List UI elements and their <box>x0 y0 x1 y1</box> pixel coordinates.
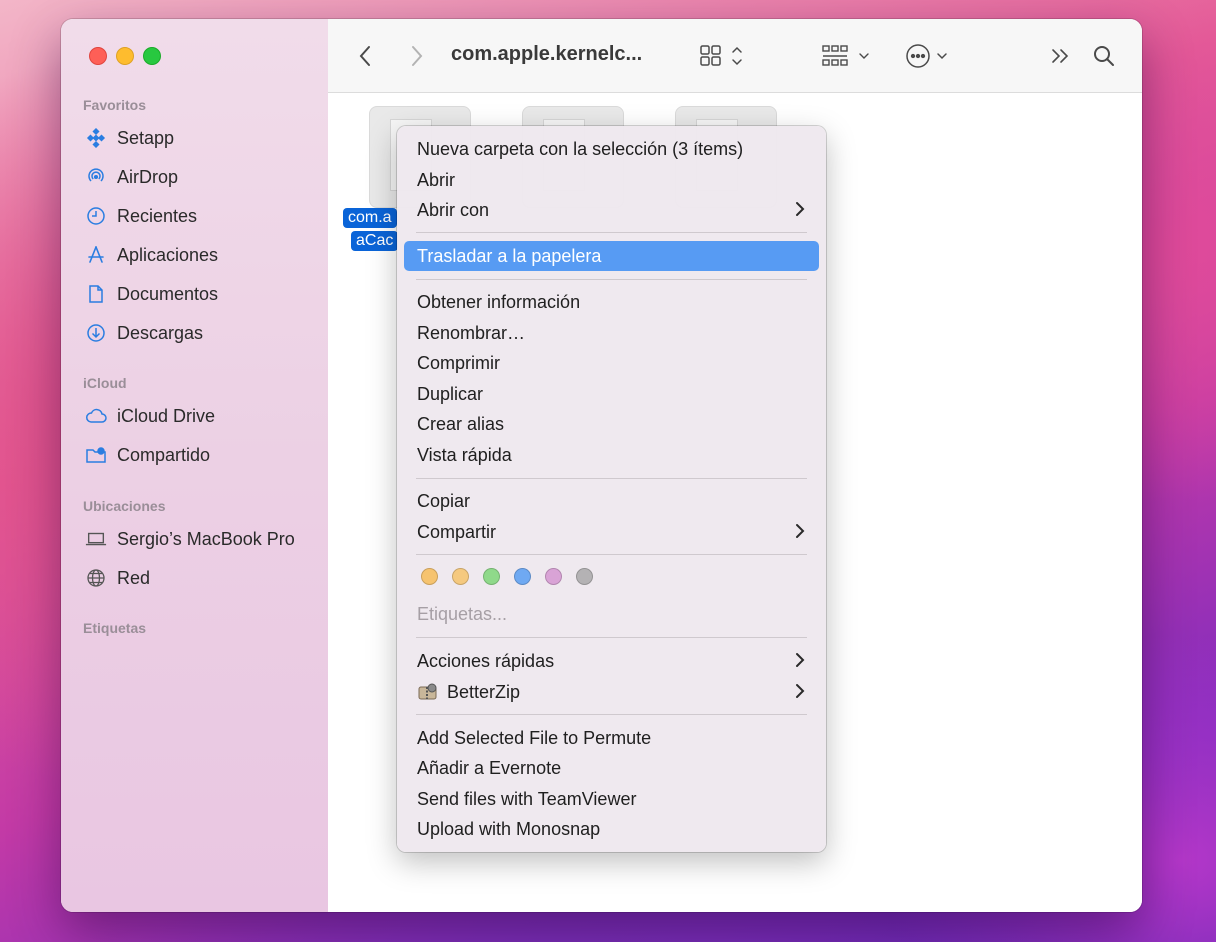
icon-grid-view-icon <box>700 44 742 66</box>
menu-item-open[interactable]: Abrir <box>404 165 819 195</box>
ellipsis-circle-icon <box>906 43 947 68</box>
chevron-right-icon <box>796 524 805 538</box>
sidebar-item-icloud-drive[interactable]: iCloud Drive <box>85 401 215 431</box>
menu-item-open-with[interactable]: Abrir con <box>404 195 819 225</box>
menu-item-quick-look[interactable]: Vista rápida <box>404 440 819 470</box>
group-icon <box>822 44 869 66</box>
view-mode-button[interactable] <box>700 19 750 92</box>
sidebar-section-icloud: iCloud <box>83 375 127 391</box>
chevron-right-icon <box>796 684 805 698</box>
tag-color-dot[interactable] <box>483 568 500 585</box>
tag-color-dot[interactable] <box>452 568 469 585</box>
tag-color-dot[interactable] <box>576 568 593 585</box>
zoom-window-button[interactable] <box>143 47 161 65</box>
menu-item-make-alias[interactable]: Crear alias <box>404 409 819 439</box>
sidebar-item-aplicaciones[interactable]: Aplicaciones <box>85 240 218 270</box>
sidebar-item-label: Recientes <box>117 205 198 226</box>
menu-item-teamviewer[interactable]: Send files with TeamViewer <box>404 784 819 814</box>
setapp-icon <box>85 127 107 149</box>
laptop-icon <box>85 528 107 550</box>
sidebar-item-label: Aplicaciones <box>117 244 219 265</box>
menu-item-share[interactable]: Compartir <box>404 517 819 547</box>
context-menu: Nueva carpeta con la selección (3 ítems)… <box>397 126 826 852</box>
sidebar-section-etiquetas: Etiquetas <box>83 620 147 636</box>
tag-color-dot[interactable] <box>545 568 562 585</box>
sidebar-item-label: iCloud Drive <box>117 405 216 426</box>
sidebar-item-documentos[interactable]: Documentos <box>85 279 218 309</box>
sidebar-item-label: AirDrop <box>117 166 179 187</box>
applications-icon <box>85 244 107 266</box>
menu-item-move-to-trash[interactable]: Trasladar a la papelera <box>404 241 819 271</box>
clock-icon <box>85 205 107 227</box>
sidebar-item-recientes[interactable]: Recientes <box>85 201 197 231</box>
menu-item-rename[interactable]: Renombrar… <box>404 318 819 348</box>
sidebar-item-airdrop[interactable]: AirDrop <box>85 162 178 192</box>
menu-item-label: Compartir <box>417 521 497 542</box>
menu-item-tags[interactable]: Etiquetas... <box>404 599 819 629</box>
chevron-left-icon <box>359 45 370 66</box>
sidebar: Favoritos Setapp AirDrop Recientes Aplic… <box>61 19 329 912</box>
search-button[interactable] <box>1092 19 1116 92</box>
menu-item-monosnap[interactable]: Upload with Monosnap <box>404 814 819 844</box>
sidebar-item-label: Sergio’s MacBook Pro <box>117 528 295 549</box>
menu-item-copy[interactable]: Copiar <box>404 486 819 516</box>
menu-separator <box>416 478 807 479</box>
sidebar-item-label: Descargas <box>117 322 204 343</box>
sidebar-section-favorites: Favoritos <box>83 97 147 113</box>
close-window-button[interactable] <box>89 47 107 65</box>
group-button[interactable] <box>822 19 874 92</box>
cloud-icon <box>85 405 107 427</box>
menu-item-get-info[interactable]: Obtener información <box>404 287 819 317</box>
double-chevron-right-icon <box>1052 48 1069 63</box>
minimize-window-button[interactable] <box>116 47 134 65</box>
menu-item-new-folder[interactable]: Nueva carpeta con la selección (3 ítems) <box>404 134 819 164</box>
search-icon <box>1094 45 1114 66</box>
menu-item-duplicate[interactable]: Duplicar <box>404 379 819 409</box>
document-icon <box>85 283 107 305</box>
sidebar-item-descargas[interactable]: Descargas <box>85 318 203 348</box>
sidebar-section-ubicaciones: Ubicaciones <box>83 498 166 514</box>
menu-item-label: Abrir con <box>417 199 490 220</box>
back-button[interactable] <box>358 19 372 92</box>
network-globe-icon <box>85 567 107 589</box>
sidebar-item-label: Red <box>117 567 151 588</box>
window-controls <box>89 47 161 65</box>
selected-file-name[interactable]: com.a <box>343 208 397 228</box>
menu-item-compress[interactable]: Comprimir <box>404 348 819 378</box>
menu-separator <box>416 232 807 233</box>
tag-color-dot[interactable] <box>514 568 531 585</box>
menu-separator <box>416 554 807 555</box>
betterzip-icon <box>418 683 437 700</box>
more-toolbar-button[interactable] <box>1050 19 1072 92</box>
toolbar: com.apple.kernelc... <box>328 19 1142 93</box>
menu-item-quick-actions[interactable]: Acciones rápidas <box>404 646 819 676</box>
chevron-right-icon <box>796 202 805 216</box>
action-menu-button[interactable] <box>905 19 955 92</box>
sidebar-item-label: Compartido <box>117 444 211 465</box>
shared-folder-icon <box>85 444 107 466</box>
sidebar-item-red[interactable]: Red <box>85 563 150 593</box>
menu-separator <box>416 279 807 280</box>
airdrop-icon <box>85 166 107 188</box>
sidebar-item-label: Documentos <box>117 283 219 304</box>
menu-separator <box>416 637 807 638</box>
forward-button[interactable] <box>410 19 424 92</box>
sidebar-item-compartido[interactable]: Compartido <box>85 440 210 470</box>
sidebar-item-macbook[interactable]: Sergio’s MacBook Pro <box>85 524 295 554</box>
download-icon <box>85 322 107 344</box>
menu-item-permute[interactable]: Add Selected File to Permute <box>404 723 819 753</box>
sidebar-item-setapp[interactable]: Setapp <box>85 123 174 153</box>
selected-file-name[interactable]: aCac <box>351 231 399 251</box>
menu-item-label: Acciones rápidas <box>417 650 555 671</box>
sidebar-item-label: Setapp <box>117 127 175 148</box>
menu-item-betterzip[interactable]: BetterZip <box>404 677 819 707</box>
tag-colors <box>421 568 593 585</box>
tag-color-dot[interactable] <box>421 568 438 585</box>
chevron-right-icon <box>796 653 805 667</box>
menu-separator <box>416 714 807 715</box>
menu-item-evernote[interactable]: Añadir a Evernote <box>404 753 819 783</box>
chevron-right-icon <box>412 45 423 66</box>
menu-item-label: BetterZip <box>447 681 521 702</box>
window-title: com.apple.kernelc... <box>451 43 643 65</box>
